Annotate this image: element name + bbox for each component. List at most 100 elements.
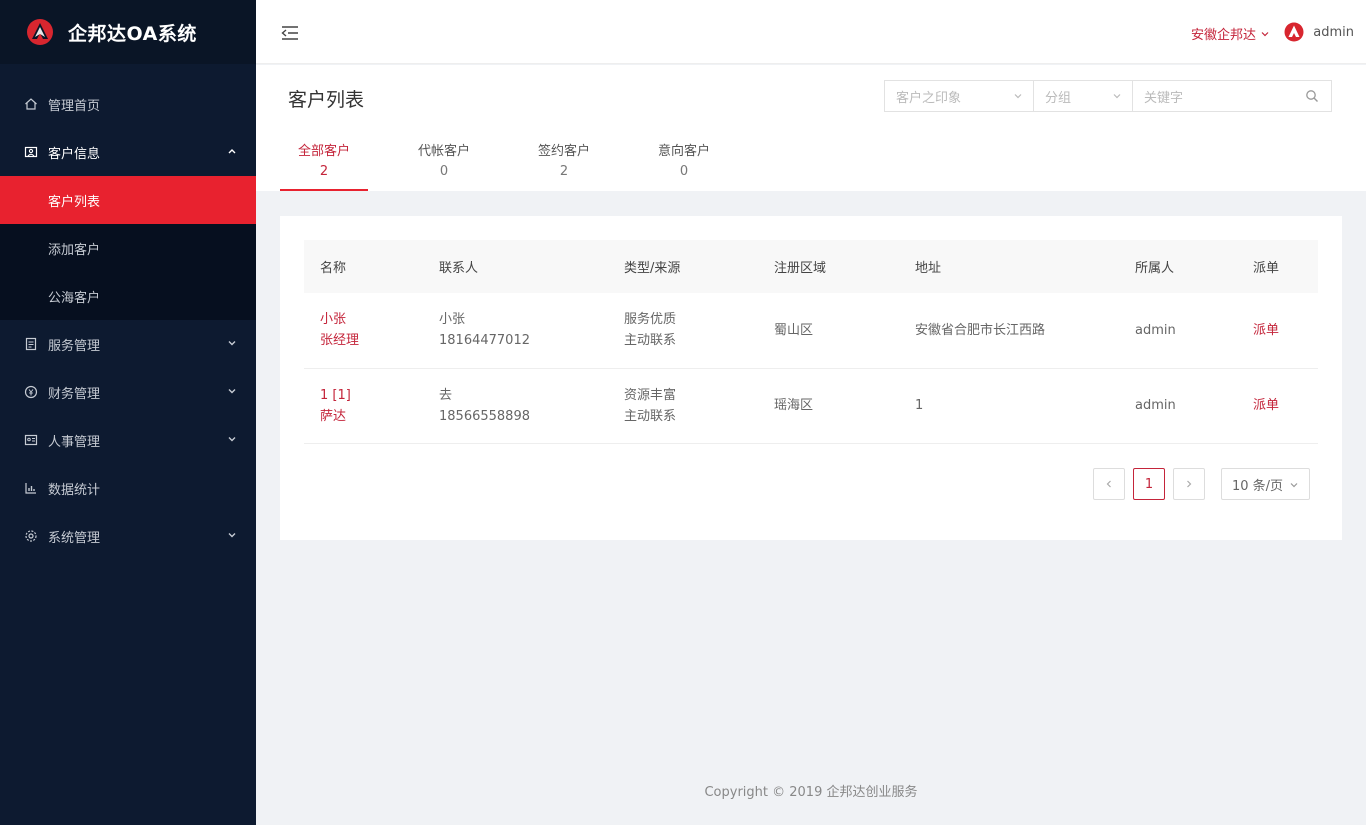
sidebar: 企邦达OA系统 管理首页 客户信息 客户列表 添加客户 公海客户 服务管理 财务… <box>0 0 256 825</box>
prev-page-button[interactable] <box>1093 468 1125 500</box>
chart-icon <box>23 480 39 496</box>
pagination: 1 10 条/页 <box>1085 468 1310 500</box>
customer-icon <box>23 144 39 160</box>
sidebar-item-label: 系统管理 <box>48 530 101 546</box>
cell-contact: 去 18566558898 <box>423 368 608 443</box>
sidebar-item-finance[interactable]: 财务管理 <box>0 368 256 416</box>
column-header-owner: 所属人 <box>1135 261 1175 276</box>
hr-icon <box>23 432 39 448</box>
page-title: 客户列表 <box>288 89 365 111</box>
impression-select[interactable]: 客户之印象 <box>885 81 1034 111</box>
sidebar-item-system[interactable]: 系统管理 <box>0 512 256 560</box>
footer-copyright: Copyright © 2019 企邦达创业服务 <box>704 785 918 800</box>
chevron-down-icon <box>1113 94 1121 99</box>
cell-type-source: 服务优质 主动联系 <box>608 293 758 368</box>
settings-icon <box>23 528 39 544</box>
chevron-down-icon <box>228 341 236 346</box>
cell-owner: admin <box>1135 322 1176 338</box>
tab-count: 2 <box>319 164 329 179</box>
sidebar-item-hr[interactable]: 人事管理 <box>0 416 256 464</box>
cell-type-source: 资源丰富 主动联系 <box>608 368 758 443</box>
table-row: 小张 张经理 小张 18164477012 服务优质 主动联系 蜀山区 安徽省合… <box>304 293 1318 368</box>
service-icon <box>23 336 39 352</box>
chevron-down-icon <box>228 389 236 394</box>
sidebar-item-label: 服务管理 <box>48 338 101 354</box>
sidebar-item-public-customers[interactable]: 公海客户 <box>0 272 256 320</box>
chevron-right-icon <box>1187 480 1192 488</box>
table-header-row: 名称 联系人 类型/来源 注册区域 地址 所属人 派单 <box>304 240 1318 293</box>
sidebar-item-label: 数据统计 <box>48 482 101 498</box>
chevron-up-icon <box>228 149 236 154</box>
home-icon <box>23 96 39 112</box>
next-page-button[interactable] <box>1173 468 1205 500</box>
menu-fold-icon[interactable] <box>280 24 300 42</box>
sidebar-item-label: 客户信息 <box>48 146 101 162</box>
chevron-down-icon <box>228 533 236 538</box>
sidebar-item-home[interactable]: 管理首页 <box>0 80 256 128</box>
company-switcher[interactable]: 安徽企邦达 <box>1191 24 1270 43</box>
user-menu[interactable]: admin <box>1284 22 1354 42</box>
customer-submenu: 客户列表 添加客户 公海客户 <box>0 176 256 320</box>
sidebar-item-label: 管理首页 <box>48 98 101 114</box>
group-select[interactable]: 分组 <box>1034 81 1133 111</box>
tab-prospect-customers[interactable]: 意向客户 0 <box>640 135 728 191</box>
contact-name: 小张 <box>439 312 466 328</box>
tab-signed-customers[interactable]: 签约客户 2 <box>520 135 608 191</box>
customer-name[interactable]: 1 [1] <box>320 385 423 406</box>
customer-manager[interactable]: 张经理 <box>320 330 423 351</box>
page-size-value: 10 条/页 <box>1232 478 1284 494</box>
customer-name[interactable]: 小张 <box>320 309 423 330</box>
customer-table: 名称 联系人 类型/来源 注册区域 地址 所属人 派单 小张 张经理 小张 18… <box>304 240 1318 444</box>
sidebar-nav: 管理首页 客户信息 客户列表 添加客户 公海客户 服务管理 财务管理 人事管理 <box>0 64 256 560</box>
page-number-button[interactable]: 1 <box>1133 468 1165 500</box>
tab-bookkeeping-customers[interactable]: 代帐客户 0 <box>400 135 488 191</box>
column-header-contact: 联系人 <box>439 261 479 276</box>
contact-phone: 18566558898 <box>439 408 530 424</box>
chevron-down-icon <box>1261 31 1269 36</box>
sidebar-item-add-customer[interactable]: 添加客户 <box>0 224 256 272</box>
group-placeholder: 分组 <box>1045 90 1072 106</box>
cell-name[interactable]: 小张 张经理 <box>304 293 423 368</box>
customer-source: 主动联系 <box>624 408 677 424</box>
customer-manager[interactable]: 萨达 <box>320 406 423 427</box>
chevron-left-icon <box>1106 480 1111 488</box>
keyword-placeholder: 关键字 <box>1144 90 1184 106</box>
avatar <box>1284 22 1304 42</box>
keyword-input[interactable]: 关键字 <box>1133 81 1331 111</box>
customer-table-card: 名称 联系人 类型/来源 注册区域 地址 所属人 派单 小张 张经理 小张 18… <box>280 216 1342 540</box>
sidebar-item-statistics[interactable]: 数据统计 <box>0 464 256 512</box>
chevron-down-icon <box>1014 94 1022 99</box>
table-row: 1 [1] 萨达 去 18566558898 资源丰富 主动联系 瑶海区 1 a… <box>304 368 1318 443</box>
tab-count: 2 <box>559 164 569 179</box>
tab-all-customers[interactable]: 全部客户 2 <box>280 135 368 191</box>
page-size-select[interactable]: 10 条/页 <box>1221 468 1310 500</box>
page-head: 客户列表 客户之印象 分组 关键字 全部客户 2 代帐客户 0 签约客户 2 意… <box>256 65 1366 191</box>
brand: 企邦达OA系统 <box>0 0 256 64</box>
chevron-down-icon <box>1290 483 1298 488</box>
cell-address: 1 <box>915 398 924 413</box>
tab-label: 签约客户 <box>537 144 590 159</box>
sidebar-item-customer-info[interactable]: 客户信息 <box>0 128 256 176</box>
impression-placeholder: 客户之印象 <box>896 90 962 106</box>
finance-icon <box>23 384 39 400</box>
filter-bar: 客户之印象 分组 关键字 <box>884 80 1332 112</box>
sidebar-item-label: 财务管理 <box>48 386 101 402</box>
contact-name: 去 <box>439 387 453 403</box>
tab-count: 0 <box>679 164 689 179</box>
cell-dispatch: 派单 <box>1237 293 1318 368</box>
company-name: 安徽企邦达 <box>1190 28 1256 43</box>
cell-name[interactable]: 1 [1] 萨达 <box>304 368 423 443</box>
column-header-name: 名称 <box>320 261 347 276</box>
sidebar-item-service[interactable]: 服务管理 <box>0 320 256 368</box>
tab-count: 0 <box>439 164 449 179</box>
sidebar-item-customer-list[interactable]: 客户列表 <box>0 176 256 224</box>
column-header-address: 地址 <box>915 261 942 276</box>
dispatch-link[interactable]: 派单 <box>1253 323 1279 338</box>
contact-phone: 18164477012 <box>439 333 530 349</box>
tab-label: 全部客户 <box>297 144 350 159</box>
app-title: 企邦达OA系统 <box>68 22 197 45</box>
search-icon[interactable] <box>1305 89 1319 103</box>
customer-source: 主动联系 <box>624 333 677 349</box>
dispatch-link[interactable]: 派单 <box>1253 398 1279 413</box>
column-header-region: 注册区域 <box>774 261 827 276</box>
